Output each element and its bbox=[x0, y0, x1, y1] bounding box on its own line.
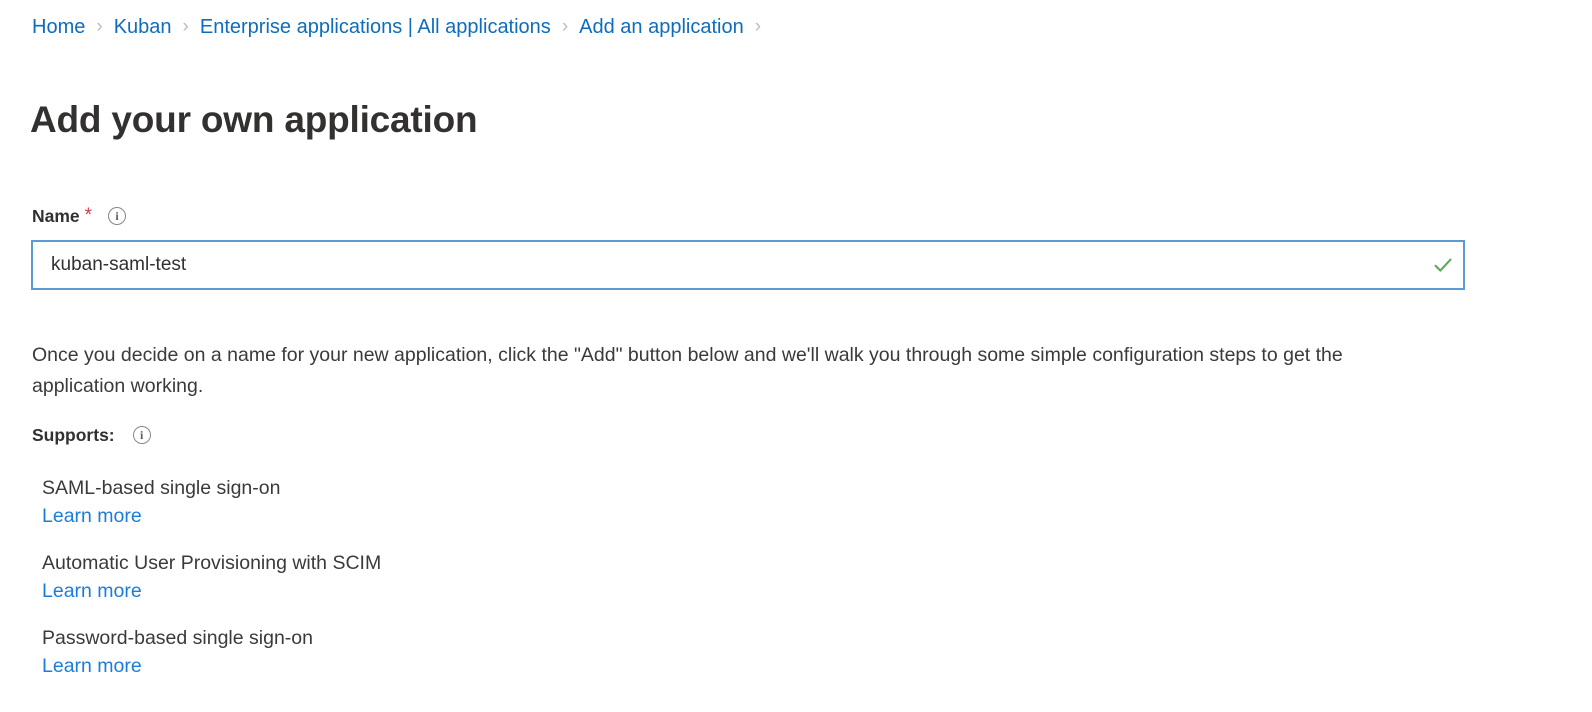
check-icon bbox=[1423, 242, 1463, 288]
page-title: Add your own application bbox=[30, 98, 478, 140]
support-item-name: Password-based single sign-on bbox=[42, 627, 313, 649]
learn-more-link[interactable]: Learn more bbox=[42, 502, 142, 531]
description-text: Once you decide on a name for your new a… bbox=[32, 343, 1343, 397]
info-icon[interactable]: i bbox=[132, 426, 151, 444]
breadcrumb-item-add-an-application[interactable]: Add an application bbox=[579, 14, 744, 40]
support-item-name: Automatic User Provisioning with SCIM bbox=[42, 552, 382, 574]
info-icon-glyph: i bbox=[139, 428, 144, 442]
breadcrumb-item-enterprise-applications[interactable]: Enterprise applications | All applicatio… bbox=[200, 14, 551, 40]
breadcrumb-item-home[interactable]: Home bbox=[32, 14, 85, 40]
breadcrumb-separator-icon: › bbox=[561, 16, 569, 37]
supports-list: SAML-based single sign-on Learn more Aut… bbox=[42, 474, 942, 681]
info-icon-glyph: i bbox=[115, 209, 119, 223]
list-item: SAML-based single sign-on Learn more bbox=[42, 474, 942, 531]
add-own-application-page: Home › Kuban › Enterprise applications |… bbox=[0, 0, 1592, 712]
required-asterisk: * bbox=[84, 205, 93, 226]
breadcrumb: Home › Kuban › Enterprise applications |… bbox=[32, 14, 772, 40]
info-icon[interactable]: i bbox=[108, 207, 127, 225]
list-item: Automatic User Provisioning with SCIM Le… bbox=[42, 549, 942, 606]
supports-label: Supports: bbox=[32, 425, 115, 445]
learn-more-link[interactable]: Learn more bbox=[42, 652, 142, 681]
list-item: Password-based single sign-on Learn more bbox=[42, 624, 942, 681]
name-input-container[interactable] bbox=[31, 240, 1465, 290]
name-field-label-row: Name * i bbox=[32, 204, 127, 228]
name-field-label: Name bbox=[32, 206, 80, 226]
breadcrumb-item-kuban[interactable]: Kuban bbox=[114, 14, 172, 40]
breadcrumb-separator-icon: › bbox=[96, 16, 103, 37]
support-item-name: SAML-based single sign-on bbox=[42, 477, 281, 499]
breadcrumb-separator-icon: › bbox=[754, 16, 762, 37]
learn-more-link[interactable]: Learn more bbox=[42, 577, 142, 606]
breadcrumb-separator-icon: › bbox=[182, 16, 189, 37]
supports-label-row: Supports: i bbox=[32, 423, 151, 447]
name-input[interactable] bbox=[33, 242, 1423, 288]
